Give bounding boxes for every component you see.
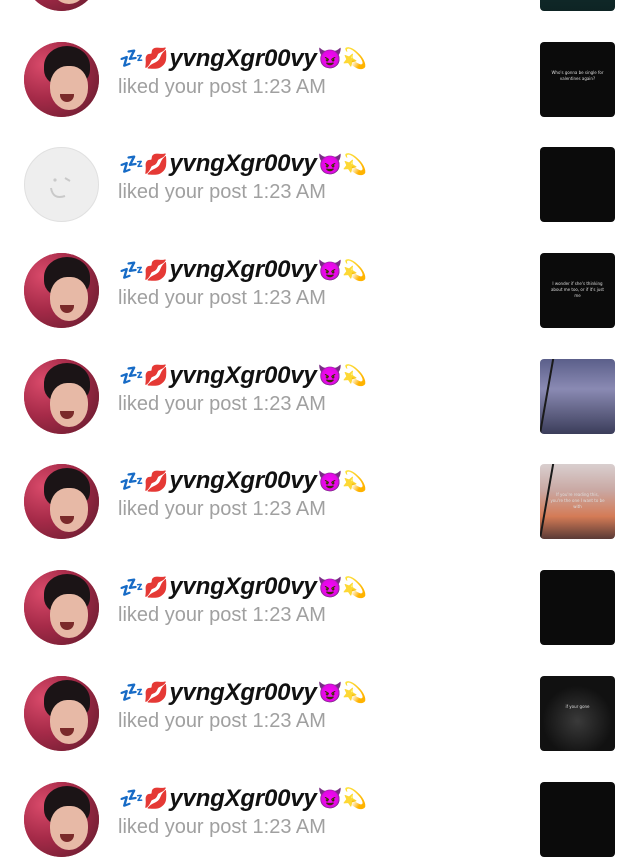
notification-row[interactable]: 💤💋yvngXgr00vy😈💫liked your post 1:23 AMif… (0, 656, 640, 762)
notification-row[interactable]: 💤💋yvngXgr00vy😈💫liked your post 1:23 AM (0, 339, 640, 445)
notification-row[interactable]: 💤💋yvngXgr00vy😈💫liked your post 1:23 AM (0, 0, 640, 22)
post-thumbnail-text: if your gone (550, 704, 605, 710)
photo-avatar[interactable] (24, 42, 99, 117)
ghost-avatar[interactable] (24, 147, 99, 222)
photo-avatar[interactable] (24, 253, 99, 328)
username-line[interactable]: 💤💋yvngXgr00vy😈💫 (118, 361, 368, 391)
suffix-emojis: 😈💫 (318, 786, 367, 811)
post-thumbnail[interactable]: I wonder if she's thinking about me too,… (540, 253, 615, 328)
suffix-emojis: 😈💫 (318, 46, 367, 71)
activity-text: liked your post 1:23 AM (118, 287, 326, 310)
post-thumbnail[interactable] (540, 0, 615, 11)
username[interactable]: yvngXgr00vy (169, 150, 316, 178)
prefix-emojis: 💤💋 (119, 46, 168, 71)
activity-text: liked your post 1:23 AM (118, 498, 326, 521)
photo-avatar[interactable] (24, 464, 99, 539)
photo-avatar[interactable] (24, 782, 99, 857)
prefix-emojis: 💤💋 (119, 258, 168, 283)
activity-text: liked your post 1:23 AM (118, 181, 326, 204)
username[interactable]: yvngXgr00vy (169, 256, 316, 284)
post-thumbnail[interactable] (540, 359, 615, 434)
username[interactable]: yvngXgr00vy (169, 362, 316, 390)
activity-text: liked your post 1:23 AM (118, 76, 326, 99)
photo-avatar[interactable] (24, 676, 99, 751)
photo-avatar[interactable] (24, 0, 99, 11)
username[interactable]: yvngXgr00vy (169, 467, 316, 495)
username[interactable]: yvngXgr00vy (169, 573, 316, 601)
post-thumbnail[interactable]: If you're reading this, you're the one I… (540, 464, 615, 539)
suffix-emojis: 😈💫 (318, 363, 367, 388)
post-thumbnail[interactable]: if your gone (540, 676, 615, 751)
prefix-emojis: 💤💋 (119, 469, 168, 494)
avatar-photo-part (50, 700, 88, 744)
avatar-photo-part (50, 277, 88, 321)
prefix-emojis: 💤💋 (119, 680, 168, 705)
notification-row[interactable]: 💤💋yvngXgr00vy😈💫liked your post 1:23 AM (0, 127, 640, 233)
activity-text: liked your post 1:23 AM (118, 710, 326, 733)
prefix-emojis: 💤💋 (119, 152, 168, 177)
post-thumbnail-text: Who's gonna be single for valentines aga… (550, 70, 605, 82)
username-line[interactable]: 💤💋yvngXgr00vy😈💫 (118, 149, 368, 179)
suffix-emojis: 😈💫 (318, 575, 367, 600)
notification-row[interactable]: 💤💋yvngXgr00vy😈💫liked your post 1:23 AMIf… (0, 444, 640, 550)
avatar-photo-part (50, 383, 88, 427)
username[interactable]: yvngXgr00vy (169, 785, 316, 813)
avatar-photo-part (50, 66, 88, 110)
avatar-photo-part (50, 594, 88, 638)
suffix-emojis: 😈💫 (318, 680, 367, 705)
photo-avatar[interactable] (24, 570, 99, 645)
post-thumbnail[interactable] (540, 782, 615, 857)
notification-row[interactable]: 💤💋yvngXgr00vy😈💫liked your post 1:23 AMI … (0, 233, 640, 339)
post-thumbnail[interactable]: Who's gonna be single for valentines aga… (540, 42, 615, 117)
activity-text: liked your post 1:23 AM (118, 604, 326, 627)
post-thumbnail-text: I wonder if she's thinking about me too,… (550, 281, 605, 299)
username-line[interactable]: 💤💋yvngXgr00vy😈💫 (118, 678, 368, 708)
username[interactable]: yvngXgr00vy (169, 679, 316, 707)
notification-row[interactable]: 💤💋yvngXgr00vy😈💫liked your post 1:23 AMWh… (0, 22, 640, 128)
prefix-emojis: 💤💋 (119, 363, 168, 388)
post-thumbnail[interactable] (540, 570, 615, 645)
notifications-list: 💤💋yvngXgr00vy😈💫liked your post 1:23 AM💤💋… (0, 0, 640, 867)
suffix-emojis: 😈💫 (318, 469, 367, 494)
photo-avatar[interactable] (24, 359, 99, 434)
username-line[interactable]: 💤💋yvngXgr00vy😈💫 (118, 572, 368, 602)
post-thumbnail[interactable] (540, 147, 615, 222)
username-line[interactable]: 💤💋yvngXgr00vy😈💫 (118, 255, 368, 285)
username-line[interactable]: 💤💋yvngXgr00vy😈💫 (118, 466, 368, 496)
prefix-emojis: 💤💋 (119, 786, 168, 811)
username[interactable]: yvngXgr00vy (169, 45, 316, 73)
smiley-face-icon (43, 166, 81, 204)
suffix-emojis: 😈💫 (318, 152, 367, 177)
activity-text: liked your post 1:23 AM (118, 393, 326, 416)
activity-text: liked your post 1:23 AM (118, 816, 326, 839)
post-thumbnail-text: If you're reading this, you're the one I… (550, 492, 605, 510)
username-line[interactable]: 💤💋yvngXgr00vy😈💫 (118, 44, 368, 74)
suffix-emojis: 😈💫 (318, 258, 367, 283)
notification-row[interactable]: 💤💋yvngXgr00vy😈💫liked your post 1:23 AM (0, 762, 640, 867)
avatar-photo-part (50, 806, 88, 850)
username-line[interactable]: 💤💋yvngXgr00vy😈💫 (118, 784, 368, 814)
notification-row[interactable]: 💤💋yvngXgr00vy😈💫liked your post 1:23 AM (0, 550, 640, 656)
prefix-emojis: 💤💋 (119, 575, 168, 600)
